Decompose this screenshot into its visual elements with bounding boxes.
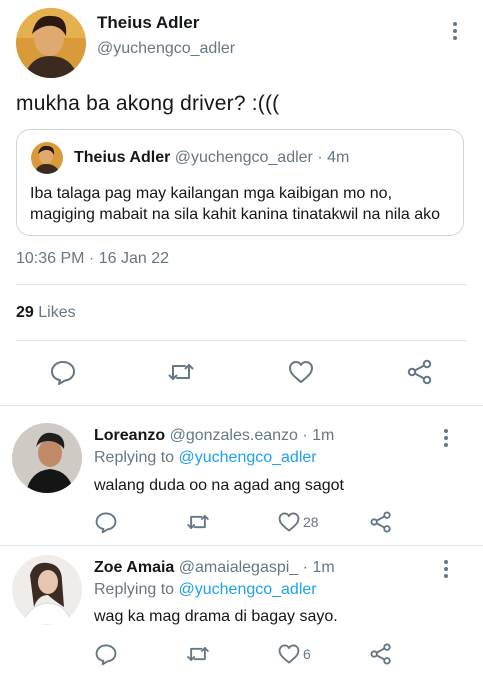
author-name[interactable]: Theius Adler <box>97 13 199 33</box>
quoted-tweet-text: Iba talaga pag may kailangan mga kaibiga… <box>30 185 441 223</box>
like-icon[interactable] <box>287 358 315 386</box>
reply-author-name[interactable]: Zoe Amaia <box>94 559 174 576</box>
share-icon[interactable] <box>369 642 393 666</box>
divider <box>0 545 483 546</box>
replying-prefix: Replying to <box>94 581 175 598</box>
divider <box>0 405 483 406</box>
replying-prefix: Replying to <box>94 449 175 466</box>
replying-to-line: Replying to @yuchengco_adler <box>94 581 317 599</box>
like-icon[interactable] <box>277 642 301 666</box>
retweet-icon[interactable] <box>186 510 210 534</box>
quoted-author-avatar <box>31 142 63 174</box>
quoted-author-name: Theius Adler <box>74 149 171 166</box>
tweet-text: mukha ba akong driver? :((( <box>16 92 280 115</box>
reply-icon[interactable] <box>94 510 118 534</box>
more-options-icon[interactable] <box>452 22 458 40</box>
reply-header: Zoe Amaia @amaialegaspi_ · 1m <box>94 559 335 577</box>
more-options-icon[interactable] <box>443 429 449 447</box>
reply-author-avatar[interactable] <box>12 423 82 493</box>
like-count: 6 <box>303 646 311 662</box>
share-icon[interactable] <box>369 510 393 534</box>
reply-header: Loreanzo @gonzales.eanzo · 1m <box>94 427 334 445</box>
reply-author-handle[interactable]: @gonzales.eanzo · 1m <box>170 427 335 444</box>
share-icon[interactable] <box>406 358 434 386</box>
reply-text: walang duda oo na agad ang sagot <box>94 477 344 494</box>
quoted-tweet-card[interactable]: Theius Adler @yuchengco_adler · 4m Iba t… <box>16 129 464 236</box>
quoted-author-handle: @yuchengco_adler · 4m <box>174 149 350 166</box>
retweet-icon[interactable] <box>186 642 210 666</box>
divider <box>16 284 467 285</box>
reply-author-name[interactable]: Loreanzo <box>94 427 165 444</box>
more-options-icon[interactable] <box>443 560 449 578</box>
likes-count: 29 <box>16 304 34 321</box>
likes-summary[interactable]: 29 Likes <box>16 304 76 322</box>
likes-label: Likes <box>38 304 76 321</box>
quoted-tweet-header: Theius Adler @yuchengco_adler · 4m <box>74 149 349 167</box>
replying-to-line: Replying to @yuchengco_adler <box>94 449 317 467</box>
author-avatar[interactable] <box>16 8 86 78</box>
like-count: 28 <box>303 514 319 530</box>
reply-author-avatar[interactable] <box>12 555 82 625</box>
like-icon[interactable] <box>277 510 301 534</box>
replying-to-mention[interactable]: @yuchengco_adler <box>179 581 317 598</box>
reply-author-handle[interactable]: @amaialegaspi_ · 1m <box>179 559 335 576</box>
reply-text: wag ka mag drama di bagay sayo. <box>94 608 338 625</box>
reply-icon[interactable] <box>49 358 77 386</box>
author-handle[interactable]: @yuchengco_adler <box>97 40 235 58</box>
replying-to-mention[interactable]: @yuchengco_adler <box>179 449 317 466</box>
reply-icon[interactable] <box>94 642 118 666</box>
divider <box>16 340 467 341</box>
retweet-icon[interactable] <box>167 358 195 386</box>
tweet-timestamp: 10:36 PM · 16 Jan 22 <box>16 250 169 267</box>
